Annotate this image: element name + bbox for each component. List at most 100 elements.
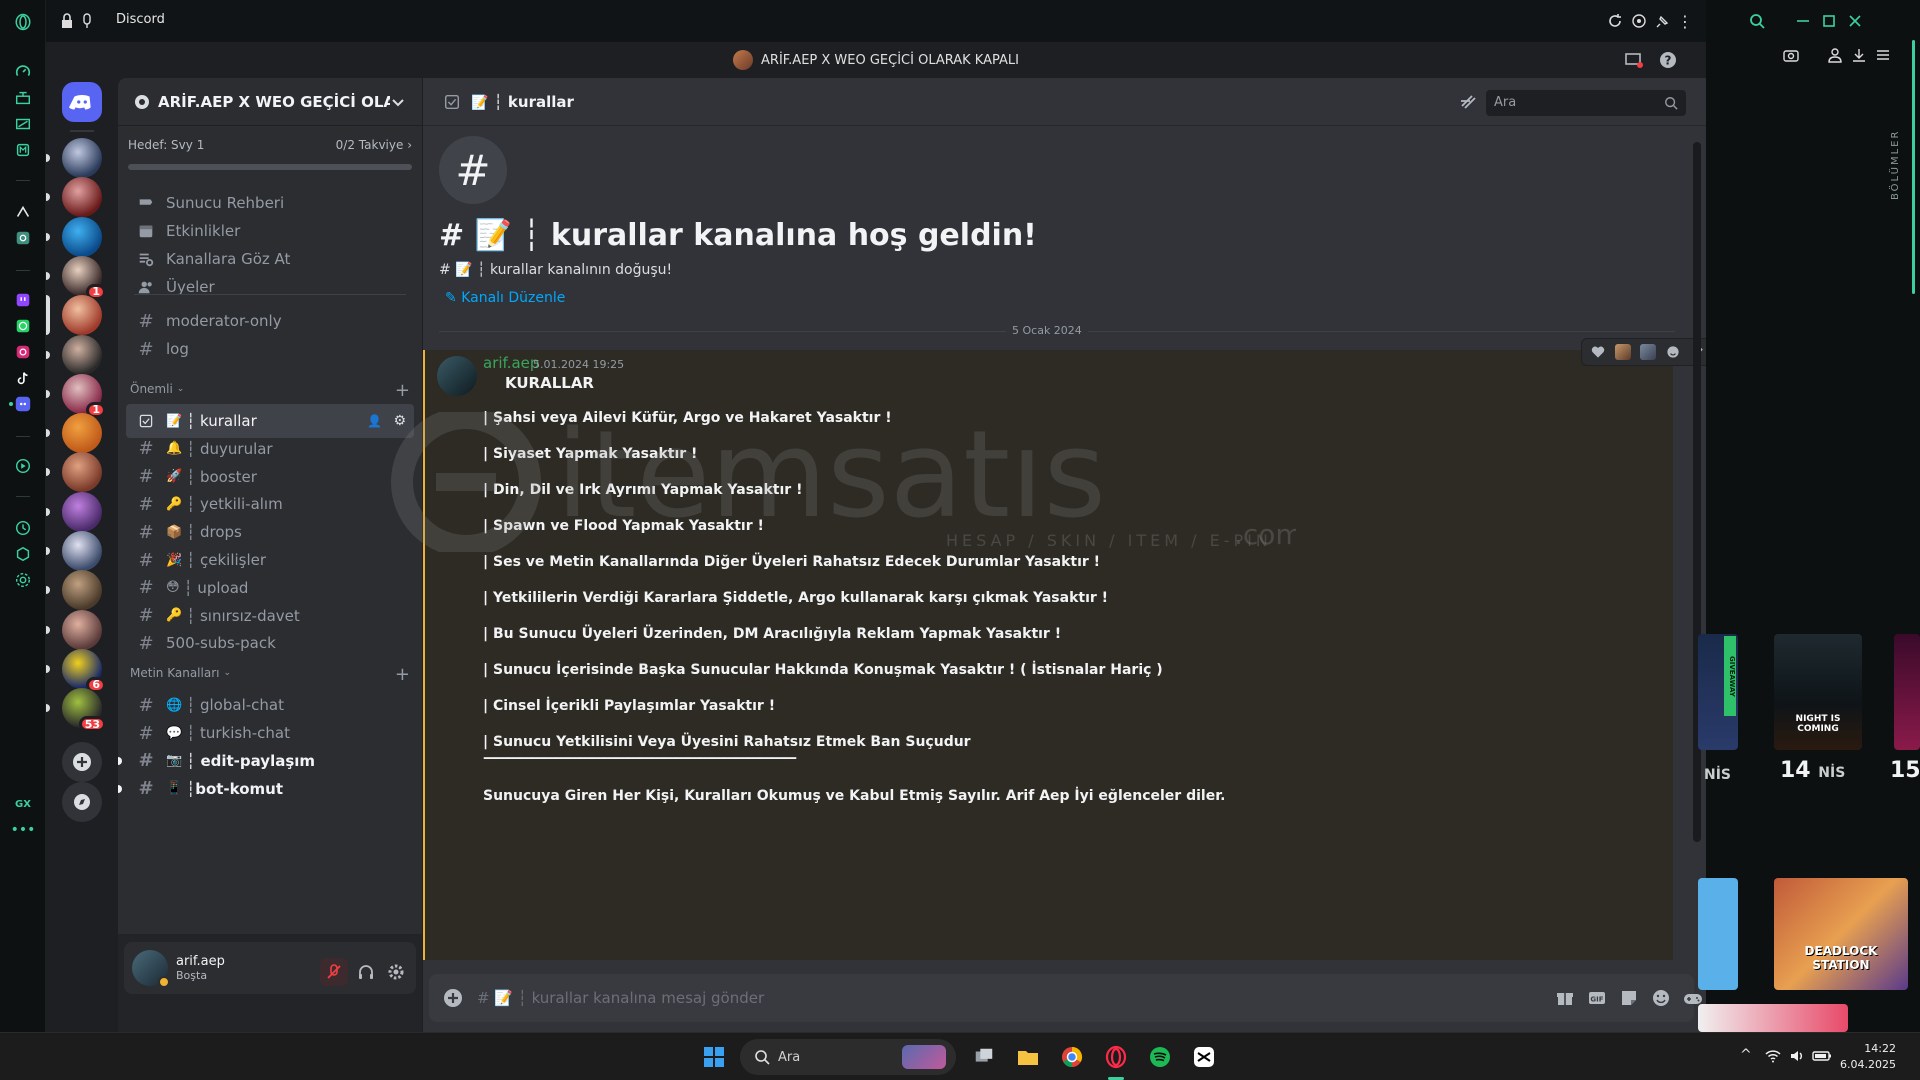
server-icon-8[interactable] [62,413,102,454]
player-icon[interactable] [13,456,33,476]
game-tile[interactable] [1894,634,1920,750]
server-icon-5[interactable] [62,295,102,336]
invite-icon[interactable]: 👤 [367,414,382,428]
windows-start-icon[interactable] [698,1041,730,1073]
opera-logo-icon[interactable] [11,10,35,34]
create-channel-plus-icon[interactable]: + [395,664,410,685]
discover-button[interactable] [62,782,102,822]
snapshot-icon[interactable] [1630,12,1648,30]
camera-icon[interactable] [1782,46,1800,64]
tray-chevron-up-icon[interactable]: ^ [1740,1047,1752,1063]
extensions-icon[interactable] [13,544,33,564]
screen-share-icon[interactable] [1624,50,1644,70]
game-tile-night-is-coming[interactable]: NIGHT IS COMING [1774,634,1862,750]
gif-icon[interactable]: GIF [1587,988,1607,1008]
maximize-icon[interactable] [1820,12,1838,30]
channel-log[interactable]: # log [126,332,414,366]
direct-messages-button[interactable] [62,82,102,122]
server-icon-13[interactable] [62,609,102,650]
volume-icon[interactable] [1788,1047,1806,1065]
aria-icon[interactable] [13,202,33,222]
game-tile[interactable] [1698,1004,1848,1032]
server-icon-9[interactable] [62,452,102,493]
discord-icon[interactable] [13,394,33,414]
chrome-icon[interactable] [1056,1041,1088,1073]
file-explorer-icon[interactable] [1012,1041,1044,1073]
message-composer[interactable]: # 📝 ┆ kurallar kanalına mesaj gönder GIF [429,974,1702,1022]
reload-icon[interactable] [1606,12,1624,30]
spotify-icon[interactable] [1144,1041,1176,1073]
server-icon-6[interactable] [62,334,102,375]
whatsapp-icon[interactable] [13,316,33,336]
user-card[interactable]: arif.aep Boşta [124,942,416,994]
server-icon-3[interactable] [62,216,102,257]
download-icon[interactable] [1850,46,1868,64]
help-icon[interactable]: ? [1658,50,1678,70]
game-tile[interactable]: GIVEAWAY [1698,634,1738,750]
pin-icon[interactable] [1654,12,1672,30]
settings-gear-icon[interactable] [13,570,33,590]
channel-item[interactable]: # 📱 ┆bot-komut [118,772,414,806]
channel-settings-gear-icon[interactable]: ⚙ [393,413,406,429]
gx-control-icon[interactable] [13,88,33,108]
channel-item[interactable]: #500-subs-pack [126,626,414,660]
taskbar-search[interactable]: Ara [740,1039,956,1075]
instagram-icon[interactable] [13,342,33,362]
close-icon[interactable] [1846,12,1864,30]
server-header[interactable]: ARİF.AEP X WEO GEÇİCİ OLA... [118,78,422,126]
edit-channel-link[interactable]: ✎ Kanalı Düzenle [445,290,565,306]
gx-cleaner-icon[interactable] [13,114,33,134]
user-avatar[interactable] [132,950,170,988]
search-input[interactable]: Ara [1486,90,1686,116]
user-settings-button[interactable] [382,958,410,986]
gift-icon[interactable] [1555,988,1575,1008]
custom-reaction-icon[interactable] [1638,342,1658,362]
profile-icon[interactable] [1826,46,1844,64]
message-author[interactable]: arif.aep [483,354,539,372]
speed-dial-icon[interactable] [13,62,33,82]
server-icon-7[interactable]: 1 [62,373,106,418]
category-header[interactable]: Önemli ⌄ + [130,380,410,401]
message[interactable]: arif.aep 5.01.2024 19:25 KURALLAR | Şahs… [423,350,1673,960]
server-icon-14[interactable]: 6 [62,648,106,693]
nav-members[interactable]: Üyeler [126,270,414,304]
search-icon[interactable] [1748,12,1766,30]
server-icon-15[interactable]: 53 [62,688,106,733]
category-header[interactable]: Metin Kanalları ⌄ + [130,664,410,685]
game-tile-deadlock-station[interactable]: DEADLOCK STATION [1774,878,1908,990]
add-server-button[interactable] [62,742,102,782]
server-icon-11[interactable] [62,531,102,571]
deafen-button[interactable] [352,958,380,986]
capcut-icon[interactable] [1188,1041,1220,1073]
history-icon[interactable] [13,518,33,538]
task-view-icon[interactable] [968,1041,1000,1073]
twitch-icon[interactable] [13,290,33,310]
threads-icon[interactable] [1458,92,1478,112]
opera-gx-icon[interactable] [1100,1041,1132,1073]
sticker-icon[interactable] [1619,988,1639,1008]
message-avatar[interactable] [437,356,477,396]
kebab-menu-icon[interactable]: ⋮ [1676,12,1694,31]
server-icon-1[interactable] [62,138,102,178]
server-icon-12[interactable] [62,570,102,611]
custom-reaction-icon[interactable] [1613,342,1633,362]
more-icon[interactable]: ••• [11,820,36,840]
server-icon-4[interactable]: 1 [62,255,106,300]
game-tile[interactable] [1698,878,1738,990]
add-reaction-icon[interactable] [1663,342,1683,362]
gx-mods-icon[interactable] [13,140,33,160]
mute-button[interactable] [320,958,348,986]
boost-goal[interactable]: Hedef: Svy 1 0/2 Takviye › [128,138,412,152]
minimize-icon[interactable] [1794,12,1812,30]
wifi-icon[interactable] [1764,1047,1782,1065]
battery-icon[interactable] [1812,1047,1832,1065]
tiktok-icon[interactable] [13,368,33,388]
chatgpt-icon[interactable] [13,228,33,248]
easy-setup-icon[interactable] [1874,46,1892,64]
heart-reaction-icon[interactable] [1588,342,1608,362]
server-icon-2[interactable] [62,177,102,218]
tab-title[interactable]: Discord [116,12,165,27]
clock[interactable]: 14:22 6.04.2025 [1840,1041,1896,1073]
server-icon-10[interactable] [62,491,102,532]
emoji-icon[interactable] [1651,988,1671,1008]
